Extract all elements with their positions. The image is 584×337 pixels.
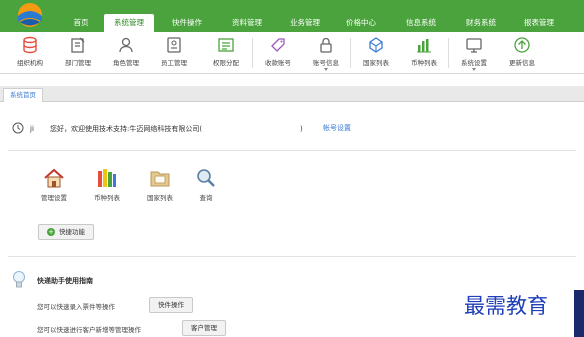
database-icon <box>23 36 37 54</box>
shortcut-management-settings[interactable]: 管理设置 <box>34 168 74 202</box>
tool-label: 组织机构 <box>17 59 43 67</box>
tool-label: 收款账号 <box>265 59 291 67</box>
tag-icon <box>271 38 285 52</box>
quick-function-button[interactable]: + 快捷功能 <box>38 224 94 240</box>
tab-strip: 系统首页 <box>0 86 584 102</box>
welcome-text: 您好，欢迎使用技术支持:牛迈网络科技有限公司( <box>50 125 203 133</box>
tool-label: 角色管理 <box>113 59 139 67</box>
tool-label: 账号信息 <box>313 59 339 67</box>
lock-icon <box>320 37 332 53</box>
shortcut-label: 国家列表 <box>147 194 173 202</box>
account-settings-link[interactable]: 帐号设置 <box>323 123 351 133</box>
nav-price-center[interactable]: 价格中心 <box>336 14 386 32</box>
tool-label: 币种列表 <box>411 59 437 67</box>
logo-icon <box>18 3 42 27</box>
nav-business-management[interactable]: 业务管理 <box>280 14 330 32</box>
shortcut-search[interactable]: 查询 <box>186 168 226 202</box>
shortcut-label: 管理设置 <box>41 194 67 202</box>
nav-info-system[interactable]: 信息系统 <box>396 14 446 32</box>
shortcut-currency-list[interactable]: 币种列表 <box>87 168 127 202</box>
customer-management-button[interactable]: 客户管理 <box>182 320 226 336</box>
watermark: 最需教育 <box>464 294 548 318</box>
tab-system-home[interactable]: 系统首页 <box>3 88 43 102</box>
guide-text-customer: 您可以快速进行客户新增等管理操作 <box>37 326 141 334</box>
shortcut-label: 查询 <box>199 194 213 202</box>
welcome-paren: ) <box>300 125 303 133</box>
nav-home[interactable]: 首页 <box>60 14 102 32</box>
quick-function-label: 快捷功能 <box>59 228 85 236</box>
magnifier-icon <box>197 169 215 187</box>
tool-label: 权限分配 <box>213 59 239 67</box>
tool-payment-account[interactable]: 收款账号 <box>256 36 300 72</box>
top-nav: 首页 系统管理 快件操作 资料管理 业务管理 价格中心 信息系统 财务系统 报表… <box>0 0 584 32</box>
globe-icon <box>369 37 383 53</box>
tool-system-settings[interactable]: 系统设置 <box>452 36 496 72</box>
nav-finance-system[interactable]: 财务系统 <box>456 14 506 32</box>
shortcut-label: 币种列表 <box>94 194 120 202</box>
edge-strip <box>574 290 584 337</box>
toolbar-divider <box>448 38 449 68</box>
chevron-down-icon <box>472 68 476 71</box>
tool-label: 更新信息 <box>509 59 535 67</box>
toolbar-divider <box>350 38 351 68</box>
tool-permission[interactable]: 权限分配 <box>204 36 248 72</box>
tool-label: 员工管理 <box>161 59 187 67</box>
nav-system-management[interactable]: 系统管理 <box>104 14 154 32</box>
tool-currency-list[interactable]: 币种列表 <box>402 36 446 72</box>
user-initial: ji <box>30 125 34 133</box>
books-icon <box>98 169 116 187</box>
clock-icon <box>12 122 24 134</box>
toolbar: 组织机构 部门管理 角色管理 员工管理 权限分配 收款账号 账号信息 国家列表 … <box>0 32 584 74</box>
arrow-up-circle-icon <box>514 37 530 53</box>
nav-data-management[interactable]: 资料管理 <box>222 14 272 32</box>
lightbulb-icon <box>13 271 25 288</box>
divider <box>8 150 576 151</box>
home-icon <box>44 168 64 188</box>
user-icon <box>119 37 133 53</box>
edit-doc-icon <box>71 37 85 53</box>
guide-title: 快递助手使用指南 <box>37 277 93 285</box>
tool-staff[interactable]: 员工管理 <box>152 36 196 72</box>
tool-country-list[interactable]: 国家列表 <box>354 36 398 72</box>
tool-update-info[interactable]: 更新信息 <box>500 36 544 72</box>
permission-icon <box>218 38 234 52</box>
bar-chart-icon <box>417 39 431 53</box>
tool-department[interactable]: 部门管理 <box>56 36 100 72</box>
chevron-down-icon <box>324 68 328 71</box>
tool-role[interactable]: 角色管理 <box>104 36 148 72</box>
tool-label: 国家列表 <box>363 59 389 67</box>
tool-label: 部门管理 <box>65 59 91 67</box>
divider <box>8 256 576 257</box>
plus-icon: + <box>47 228 55 236</box>
nav-shipment-operation[interactable]: 快件操作 <box>162 14 212 32</box>
id-card-icon <box>167 37 181 53</box>
folder-icon <box>150 171 170 187</box>
nav-report-management[interactable]: 报表管理 <box>514 14 564 32</box>
guide-text-shipment: 您可以快速录入票件等操作 <box>37 303 115 311</box>
tool-account-info[interactable]: 账号信息 <box>304 36 348 72</box>
toolbar-divider <box>252 38 253 68</box>
shipment-operation-button[interactable]: 快件操作 <box>149 297 193 313</box>
tool-label: 系统设置 <box>461 59 487 67</box>
shortcut-country-list[interactable]: 国家列表 <box>140 168 180 202</box>
tool-organization[interactable]: 组织机构 <box>8 36 52 72</box>
monitor-icon <box>466 38 482 53</box>
